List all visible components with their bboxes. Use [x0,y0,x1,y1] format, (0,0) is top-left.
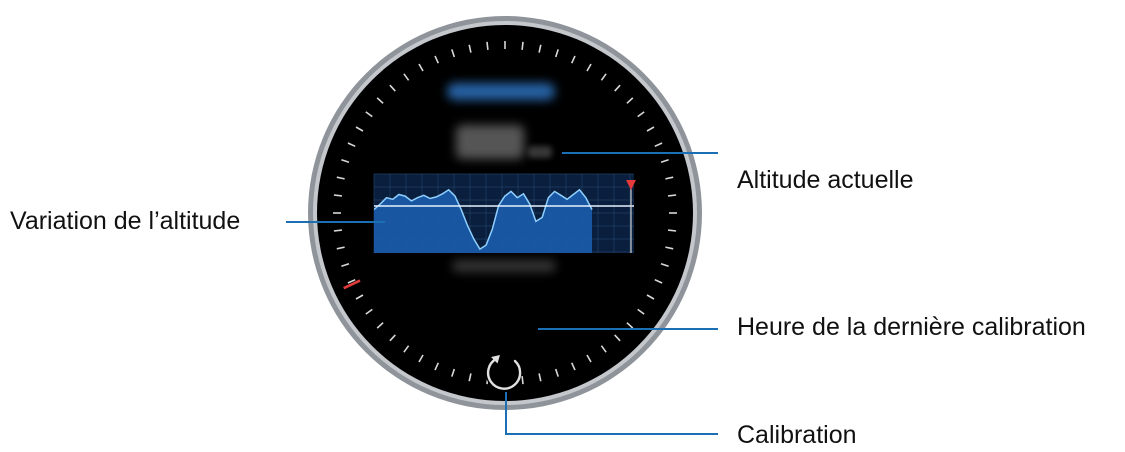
callout-altitude-variation: Variation de l’altitude [10,207,241,235]
altitude-variation-graph [373,173,636,253]
bezel-tick [668,229,677,232]
blurred-altitude-value [456,125,524,159]
bezel-tick [668,194,677,197]
blurred-calibration-time [452,260,556,272]
bezel-tick [521,376,524,385]
bezel-tick [333,229,342,232]
bezel-tick [486,41,489,50]
calibrate-button[interactable] [485,354,522,390]
bezel-tick [521,41,524,50]
altimeter-diagram: Altitude actuelle Variation de l’altitud… [0,0,1125,449]
callout-current-altitude: Altitude actuelle [737,166,914,194]
callout-last-calibration-time: Heure de la dernière calibration [737,313,1086,341]
callout-calibration: Calibration [737,421,857,449]
blurred-altitude-unit [528,146,552,158]
bezel-tick [333,194,342,197]
blurred-header [447,83,555,100]
